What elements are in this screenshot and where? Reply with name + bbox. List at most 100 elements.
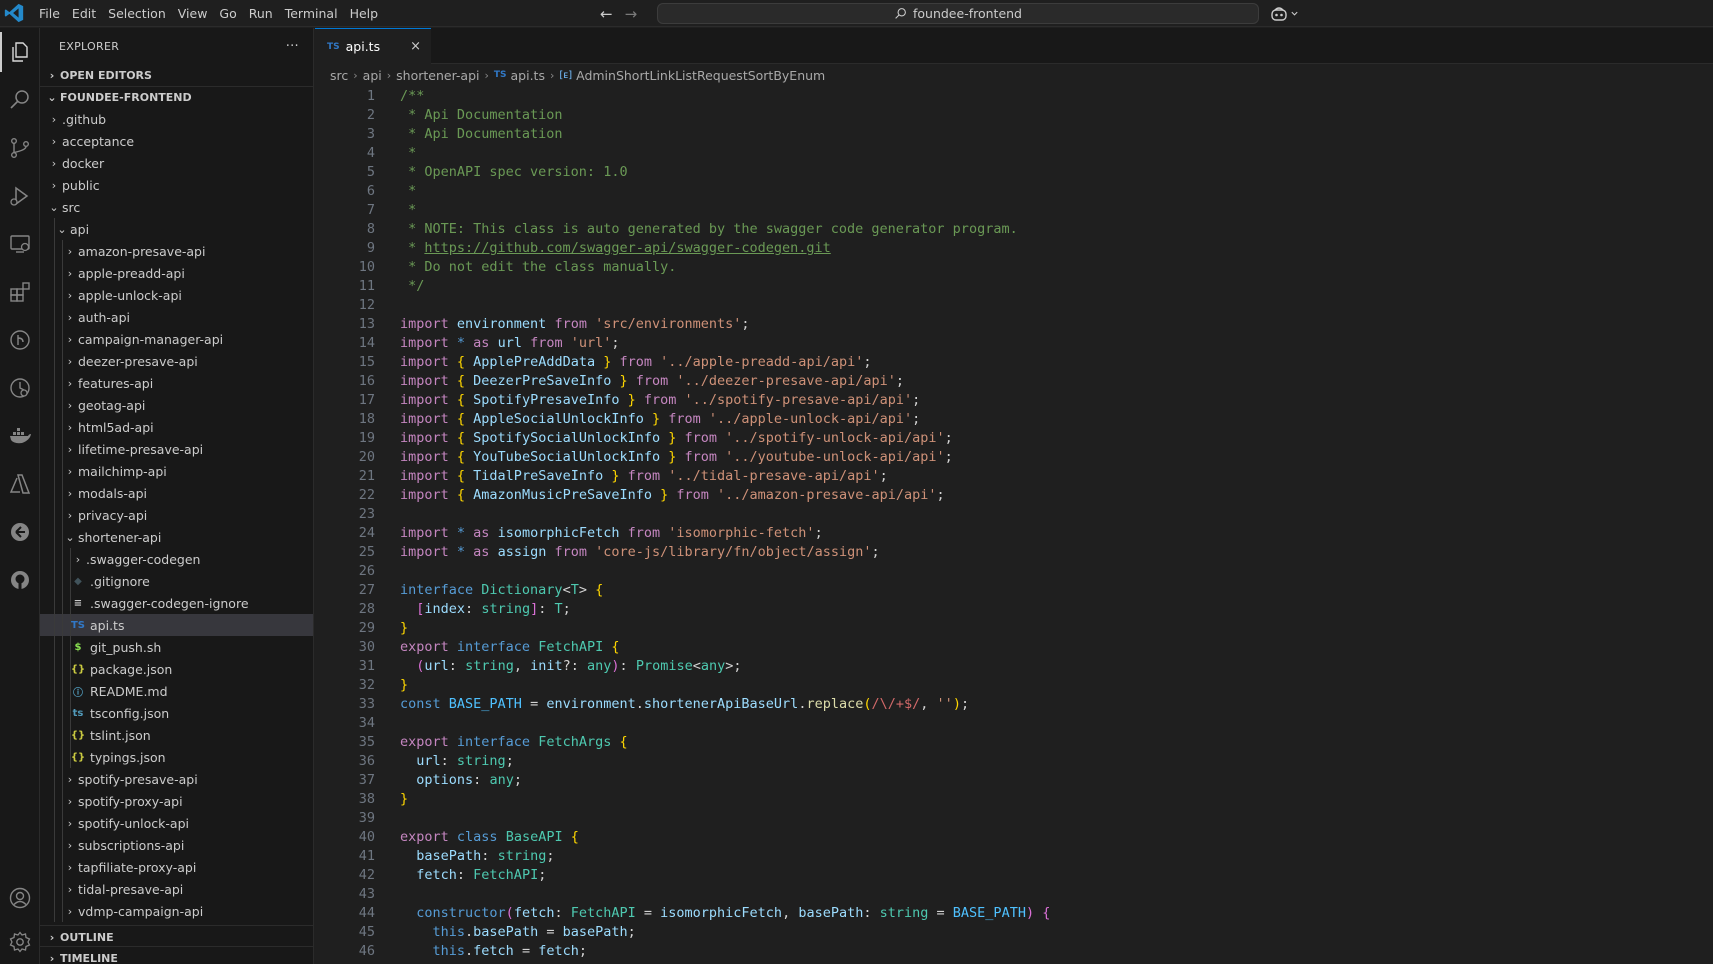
indent-guide — [70, 724, 71, 746]
remote-explorer-icon[interactable] — [0, 224, 40, 264]
project-section[interactable]: ⌄ FOUNDEE-FRONTEND — [40, 86, 313, 108]
code-token: ; — [871, 544, 880, 560]
code-line: 13 import environment from 'src/environme… — [315, 315, 1713, 334]
file-tslint-json[interactable]: {} tslint.json — [40, 724, 313, 746]
code-token: import — [400, 373, 457, 389]
source-control-icon[interactable] — [0, 128, 40, 168]
azure-icon[interactable] — [0, 464, 40, 504]
folder-deezer-presave-api[interactable]: › deezer-presave-api — [40, 350, 313, 372]
folder-mailchimp-api[interactable]: › mailchimp-api — [40, 460, 313, 482]
git-graph-icon[interactable] — [0, 320, 40, 360]
menu-item-view[interactable]: View — [172, 0, 214, 27]
indent-guide — [70, 614, 71, 636]
menu-item-file[interactable]: File — [33, 0, 66, 27]
folder-acceptance[interactable]: › acceptance — [40, 130, 313, 152]
folder-tapfiliate-proxy-api[interactable]: › tapfiliate-proxy-api — [40, 856, 313, 878]
command-center-search[interactable]: foundee-frontend — [657, 3, 1259, 24]
copilot-button[interactable] — [1270, 3, 1299, 24]
gitlens-icon[interactable] — [0, 512, 40, 552]
menu-item-go[interactable]: Go — [213, 0, 242, 27]
indent-guide — [62, 856, 63, 878]
code-line: 12 — [315, 296, 1713, 315]
folder-public[interactable]: › public — [40, 174, 313, 196]
breadcrumb-item[interactable]: AdminShortLinkListRequestSortByEnum — [576, 68, 825, 83]
explorer-icon[interactable] — [0, 32, 40, 72]
file-typings-json[interactable]: {} typings.json — [40, 746, 313, 768]
file-swagger-codegen-ignore[interactable]: ≡ .swagger-codegen-ignore — [40, 592, 313, 614]
docker-icon[interactable] — [0, 416, 40, 456]
folder-spotify-proxy-api[interactable]: › spotify-proxy-api — [40, 790, 313, 812]
folder-src[interactable]: ⌄ src — [40, 196, 313, 218]
code-line: 14 import * as url from 'url'; — [315, 334, 1713, 353]
line-number: 5 — [366, 164, 375, 180]
breadcrumb-item[interactable]: api — [363, 68, 382, 83]
file-api-ts[interactable]: TS api.ts — [40, 614, 313, 636]
file-git-push-sh[interactable]: $ git_push.sh — [40, 636, 313, 658]
code-token[interactable]: https://github.com/swagger-api/swagger-c… — [424, 240, 830, 256]
timeline-section[interactable]: › TIMELINE — [40, 946, 313, 964]
folder-modals-api[interactable]: › modals-api — [40, 482, 313, 504]
code-token: from — [668, 487, 718, 503]
indent-guide — [62, 746, 63, 768]
timeline-history-icon[interactable] — [0, 368, 40, 408]
folder-tidal-presave-api[interactable]: › tidal-presave-api — [40, 878, 313, 900]
breadcrumb-item[interactable]: shortener-api — [396, 68, 479, 83]
folder-vdmp-campaign-api[interactable]: › vdmp-campaign-api — [40, 900, 313, 922]
account-icon[interactable] — [0, 878, 40, 918]
indent-guide — [62, 812, 63, 834]
file-gitignore[interactable]: ◆ .gitignore — [40, 570, 313, 592]
code-editor[interactable]: 1/** 2 * Api Documentation 3 * Api Documen… — [315, 87, 1713, 961]
menu-item-selection[interactable]: Selection — [102, 0, 172, 27]
folder-privacy-api[interactable]: › privacy-api — [40, 504, 313, 526]
folder-campaign-manager-api[interactable]: › campaign-manager-api — [40, 328, 313, 350]
folder-subscriptions-api[interactable]: › subscriptions-api — [40, 834, 313, 856]
folder-apple-unlock-api[interactable]: › apple-unlock-api — [40, 284, 313, 306]
folder-swagger-codegen[interactable]: › .swagger-codegen — [40, 548, 313, 570]
menu-item-edit[interactable]: Edit — [66, 0, 102, 27]
extensions-icon[interactable] — [0, 272, 40, 312]
tree-item-label: api.ts — [90, 617, 125, 633]
search-icon[interactable] — [0, 80, 40, 120]
indent-guide — [54, 834, 55, 856]
github-icon[interactable] — [0, 560, 40, 600]
code-token: import — [400, 525, 457, 541]
folder-html5ad-api[interactable]: › html5ad-api — [40, 416, 313, 438]
folder-spotify-unlock-api[interactable]: › spotify-unlock-api — [40, 812, 313, 834]
folder-github[interactable]: › .github — [40, 108, 313, 130]
folder-api[interactable]: ⌄ api — [40, 218, 313, 240]
menu-item-terminal[interactable]: Terminal — [279, 0, 344, 27]
breadcrumb-item[interactable]: src — [330, 68, 348, 83]
line-number: 43 — [358, 886, 375, 902]
line-content: fetch: FetchAPI; — [375, 866, 546, 885]
more-actions-icon[interactable]: ··· — [286, 39, 299, 54]
folder-shortener-api[interactable]: ⌄ shortener-api — [40, 526, 313, 548]
file-readme-md[interactable]: ⓘ README.md — [40, 680, 313, 702]
folder-geotag-api[interactable]: › geotag-api — [40, 394, 313, 416]
line-content: interface Dictionary<T> { — [375, 581, 603, 600]
file-package-json[interactable]: {} package.json — [40, 658, 313, 680]
open-editors-section[interactable]: › OPEN EDITORS — [40, 64, 313, 86]
run-debug-icon[interactable] — [0, 176, 40, 216]
close-icon[interactable]: × — [410, 39, 421, 54]
folder-docker[interactable]: › docker — [40, 152, 313, 174]
settings-gear-icon[interactable] — [0, 922, 40, 962]
tab-api-ts[interactable]: TS api.ts × — [315, 28, 431, 64]
folder-features-api[interactable]: › features-api — [40, 372, 313, 394]
back-arrow-icon[interactable]: ← — [600, 5, 613, 23]
file-tsconfig-json[interactable]: ts tsconfig.json — [40, 702, 313, 724]
breadcrumb-item[interactable]: api.ts — [511, 68, 545, 83]
indent-guide — [54, 702, 55, 724]
menu-item-help[interactable]: Help — [344, 0, 385, 27]
project-label: FOUNDEE-FRONTEND — [60, 91, 192, 104]
folder-apple-preadd-api[interactable]: › apple-preadd-api — [40, 262, 313, 284]
chevron-right-icon: › — [67, 398, 73, 412]
code-token: * NOTE: This class is auto generated by … — [400, 221, 1018, 237]
forward-arrow-icon[interactable]: → — [625, 5, 638, 23]
folder-auth-api[interactable]: › auth-api — [40, 306, 313, 328]
folder-lifetime-presave-api[interactable]: › lifetime-presave-api — [40, 438, 313, 460]
folder-spotify-presave-api[interactable]: › spotify-presave-api — [40, 768, 313, 790]
line-number: 37 — [358, 772, 375, 788]
folder-amazon-presave-api[interactable]: › amazon-presave-api — [40, 240, 313, 262]
menu-item-run[interactable]: Run — [243, 0, 279, 27]
outline-section[interactable]: › OUTLINE — [40, 925, 313, 948]
